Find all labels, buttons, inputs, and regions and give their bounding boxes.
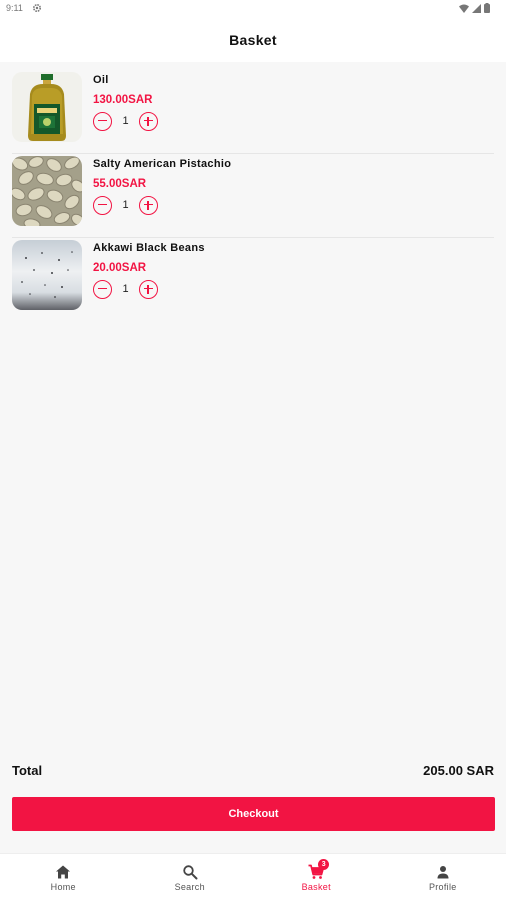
nav-item-home[interactable]: Home bbox=[0, 854, 127, 900]
increase-quantity-button[interactable] bbox=[139, 195, 158, 215]
olive-oil-bottle-image bbox=[12, 72, 82, 142]
cart-icon-wrapper: 3 bbox=[308, 859, 330, 880]
settings-gear-icon bbox=[32, 3, 42, 13]
quantity-stepper: 1 bbox=[93, 195, 158, 215]
status-bar: 9:11 bbox=[0, 0, 506, 18]
increase-quantity-button[interactable] bbox=[139, 279, 158, 299]
item-name: Oil bbox=[93, 74, 109, 86]
bottom-navigation: Home Search 3 Basket Profile bbox=[0, 853, 506, 900]
increase-quantity-button[interactable] bbox=[139, 111, 158, 131]
item-name: Salty American Pistachio bbox=[93, 158, 232, 170]
basket-item[interactable]: Salty American Pistachio 55.00SAR 1 bbox=[0, 154, 506, 238]
quantity-value: 1 bbox=[122, 115, 129, 127]
quantity-stepper: 1 bbox=[93, 111, 158, 131]
total-label: Total bbox=[12, 763, 43, 778]
item-price: 20.00SAR bbox=[93, 262, 147, 274]
akkawi-cheese-image bbox=[12, 240, 82, 310]
nav-label: Search bbox=[174, 882, 205, 892]
status-time: 9:11 bbox=[6, 3, 23, 13]
person-icon bbox=[437, 866, 449, 879]
nav-item-basket[interactable]: 3 Basket bbox=[253, 854, 380, 900]
battery-icon bbox=[484, 3, 490, 13]
item-price: 55.00SAR bbox=[93, 178, 147, 190]
nav-label: Profile bbox=[428, 882, 457, 892]
signal-icon bbox=[472, 3, 481, 13]
basket-list: Oil 130.00SAR 1 Salty American Pistachio… bbox=[0, 70, 506, 322]
nav-label: Basket bbox=[301, 882, 331, 892]
basket-item[interactable]: Akkawi Black Beans 20.00SAR 1 bbox=[0, 238, 506, 322]
home-icon bbox=[56, 865, 71, 879]
nav-item-profile[interactable]: Profile bbox=[380, 854, 506, 900]
wifi-icon bbox=[459, 4, 469, 13]
quantity-value: 1 bbox=[122, 283, 129, 295]
total-row: Total 205.00 SAR bbox=[12, 763, 494, 781]
basket-item[interactable]: Oil 130.00SAR 1 bbox=[0, 70, 506, 154]
item-name: Akkawi Black Beans bbox=[93, 242, 205, 254]
status-indicators bbox=[459, 3, 490, 13]
cart-count-badge: 3 bbox=[318, 859, 330, 870]
nav-label: Home bbox=[50, 882, 76, 892]
decrease-quantity-button[interactable] bbox=[93, 195, 112, 215]
page-title: Basket bbox=[229, 32, 277, 48]
nav-item-search[interactable]: Search bbox=[127, 854, 254, 900]
decrease-quantity-button[interactable] bbox=[93, 111, 112, 131]
checkout-button[interactable]: Checkout bbox=[12, 797, 495, 831]
app-bar: Basket bbox=[0, 18, 506, 62]
quantity-value: 1 bbox=[122, 199, 129, 211]
pistachio-nuts-image bbox=[12, 156, 82, 226]
total-value: 205.00 SAR bbox=[423, 763, 494, 778]
decrease-quantity-button[interactable] bbox=[93, 279, 112, 299]
quantity-stepper: 1 bbox=[93, 279, 158, 299]
search-icon bbox=[183, 865, 198, 880]
item-price: 130.00SAR bbox=[93, 94, 153, 106]
